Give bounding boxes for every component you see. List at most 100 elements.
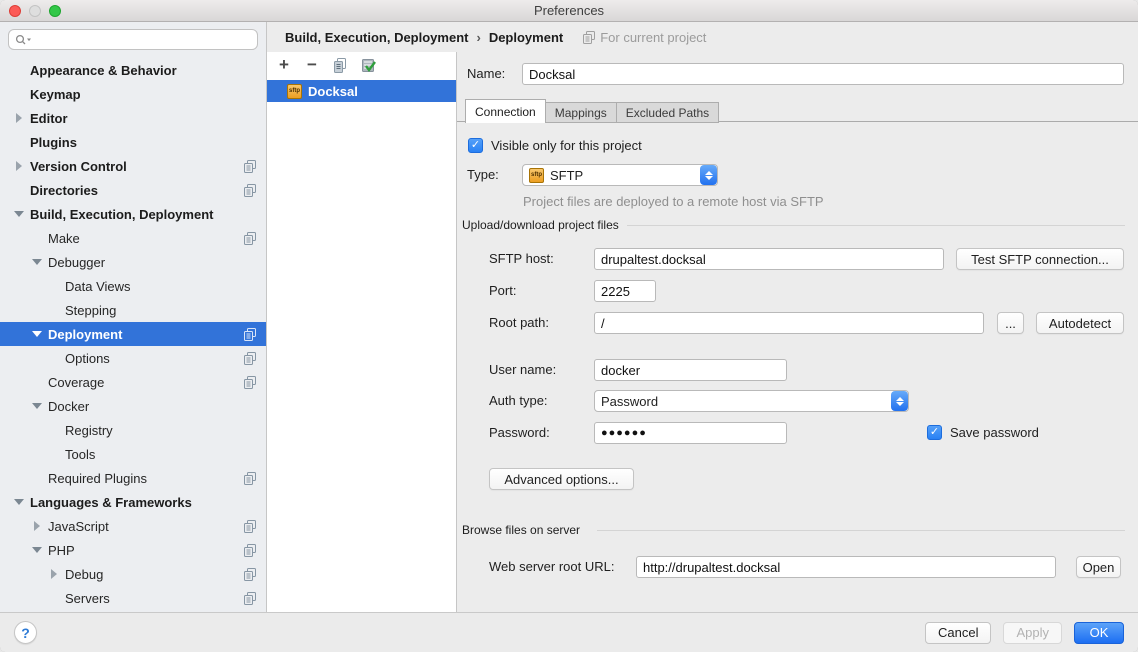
visible-only-checkbox[interactable]: ✓: [468, 138, 483, 153]
for-current-project-icon: [244, 472, 256, 485]
sidebar-item-build-execution-deployment[interactable]: Build, Execution, Deployment: [0, 202, 266, 226]
port-input[interactable]: [594, 280, 656, 302]
tab-excluded-paths[interactable]: Excluded Paths: [616, 102, 719, 123]
for-current-project-icon-slot: [583, 31, 595, 44]
sidebar-item-data-views[interactable]: Data Views: [0, 274, 266, 298]
web-root-input[interactable]: [636, 556, 1056, 578]
sidebar-item-label: Docker: [48, 399, 89, 414]
server-item-docksal[interactable]: sftp Docksal: [267, 80, 456, 102]
sidebar-item-options[interactable]: Options: [0, 346, 266, 370]
sidebar-item-label: Required Plugins: [48, 471, 147, 486]
copy-server-button[interactable]: [332, 57, 348, 73]
tree-arrow-icon[interactable]: [30, 257, 48, 267]
use-as-default-button[interactable]: [360, 57, 376, 73]
sidebar-item-label: Debugger: [48, 255, 105, 270]
dialog-footer: ? Cancel Apply OK: [0, 612, 1138, 652]
zoom-button[interactable]: [49, 5, 61, 17]
sidebar-item-debug[interactable]: Debug: [0, 562, 266, 586]
sidebar-item-label: Make: [48, 231, 80, 246]
sidebar-item-label: Debug: [65, 567, 103, 582]
for-current-project-icon: [244, 544, 256, 557]
for-current-project-badge: For current project: [583, 30, 706, 45]
for-current-project-icon: [244, 184, 256, 197]
per-project-badge-icon: [244, 184, 256, 197]
password-input[interactable]: [594, 422, 787, 444]
root-path-input[interactable]: [594, 312, 984, 334]
per-project-badge-icon: [244, 328, 256, 341]
sidebar-item-required-plugins[interactable]: Required Plugins: [0, 466, 266, 490]
sidebar-item-version-control[interactable]: Version Control: [0, 154, 266, 178]
settings-search-input[interactable]: [8, 29, 258, 50]
auth-type-select[interactable]: Password: [594, 390, 909, 412]
settings-tree: Appearance & Behavior Keymap Editor Plug…: [0, 54, 266, 612]
web-root-label: Web server root URL:: [489, 556, 614, 578]
cancel-button[interactable]: Cancel: [925, 622, 991, 644]
sidebar-item-label: Deployment: [48, 327, 122, 342]
sidebar-item-javascript[interactable]: JavaScript: [0, 514, 266, 538]
sidebar-item-label: Appearance & Behavior: [30, 63, 177, 78]
sidebar-item-appearance-behavior[interactable]: Appearance & Behavior: [0, 58, 266, 82]
sftp-type-icon: sftp: [529, 168, 544, 183]
sidebar-item-servers[interactable]: Servers: [0, 586, 266, 610]
server-toolbar: + −: [267, 52, 456, 78]
sidebar-item-label: Plugins: [30, 135, 77, 150]
password-label: Password:: [489, 422, 550, 444]
browse-group-label: Browse files on server: [462, 523, 588, 537]
for-current-project-icon: [244, 232, 256, 245]
sidebar-item-registry[interactable]: Registry: [0, 418, 266, 442]
tree-arrow-icon[interactable]: [30, 401, 48, 411]
autodetect-button[interactable]: Autodetect: [1036, 312, 1124, 334]
advanced-options-button[interactable]: Advanced options...: [489, 468, 634, 490]
user-name-label: User name:: [489, 359, 556, 381]
sidebar-item-label: Version Control: [30, 159, 127, 174]
tree-arrow-icon[interactable]: [12, 497, 30, 507]
sidebar-item-deployment[interactable]: Deployment: [0, 322, 266, 346]
for-current-project-icon: [244, 352, 256, 365]
breadcrumb-section[interactable]: Build, Execution, Deployment: [285, 30, 468, 45]
sidebar-item-label: Build, Execution, Deployment: [30, 207, 213, 222]
for-current-project-icon: [244, 160, 256, 173]
checkmark-list-icon: [361, 58, 376, 73]
sidebar-item-label: Keymap: [30, 87, 81, 102]
user-name-input[interactable]: [594, 359, 787, 381]
sidebar-item-languages-frameworks[interactable]: Languages & Frameworks: [0, 490, 266, 514]
tree-arrow-icon[interactable]: [30, 521, 48, 531]
tree-arrow-icon[interactable]: [47, 569, 65, 579]
browse-root-path-button[interactable]: ...: [997, 312, 1024, 334]
apply-button[interactable]: Apply: [1003, 622, 1062, 644]
sidebar-item-tools[interactable]: Tools: [0, 442, 266, 466]
save-password-checkbox[interactable]: ✓: [927, 425, 942, 440]
tree-arrow-icon[interactable]: [30, 545, 48, 555]
sidebar-item-coverage[interactable]: Coverage: [0, 370, 266, 394]
sidebar-item-make[interactable]: Make: [0, 226, 266, 250]
tree-arrow-icon[interactable]: [12, 113, 30, 123]
sftp-host-input[interactable]: [594, 248, 944, 270]
copy-icon: [333, 58, 347, 73]
per-project-badge-icon: [244, 592, 256, 605]
ok-button[interactable]: OK: [1074, 622, 1124, 644]
sidebar-item-directories[interactable]: Directories: [0, 178, 266, 202]
sidebar-item-keymap[interactable]: Keymap: [0, 82, 266, 106]
add-server-button[interactable]: +: [276, 57, 292, 73]
type-select[interactable]: sftp SFTP: [522, 164, 718, 186]
sidebar-item-plugins[interactable]: Plugins: [0, 130, 266, 154]
remove-server-button[interactable]: −: [304, 57, 320, 73]
sidebar-item-stepping[interactable]: Stepping: [0, 298, 266, 322]
for-current-project-icon: [244, 328, 256, 341]
sidebar-item-php[interactable]: PHP: [0, 538, 266, 562]
sidebar-item-debugger[interactable]: Debugger: [0, 250, 266, 274]
sidebar-item-editor[interactable]: Editor: [0, 106, 266, 130]
tree-arrow-icon[interactable]: [12, 161, 30, 171]
tab-mappings[interactable]: Mappings: [545, 102, 617, 123]
open-button[interactable]: Open: [1076, 556, 1121, 578]
tree-arrow-icon[interactable]: [12, 209, 30, 219]
sidebar-item-docker[interactable]: Docker: [0, 394, 266, 418]
test-sftp-connection-button[interactable]: Test SFTP connection...: [956, 248, 1124, 270]
minimize-button: [29, 5, 41, 17]
tab-connection[interactable]: Connection: [465, 99, 546, 123]
help-button[interactable]: ?: [14, 621, 37, 644]
per-project-badge-icon: [244, 376, 256, 389]
close-button[interactable]: [9, 5, 21, 17]
tree-arrow-icon[interactable]: [30, 329, 48, 339]
name-input[interactable]: [522, 63, 1124, 85]
